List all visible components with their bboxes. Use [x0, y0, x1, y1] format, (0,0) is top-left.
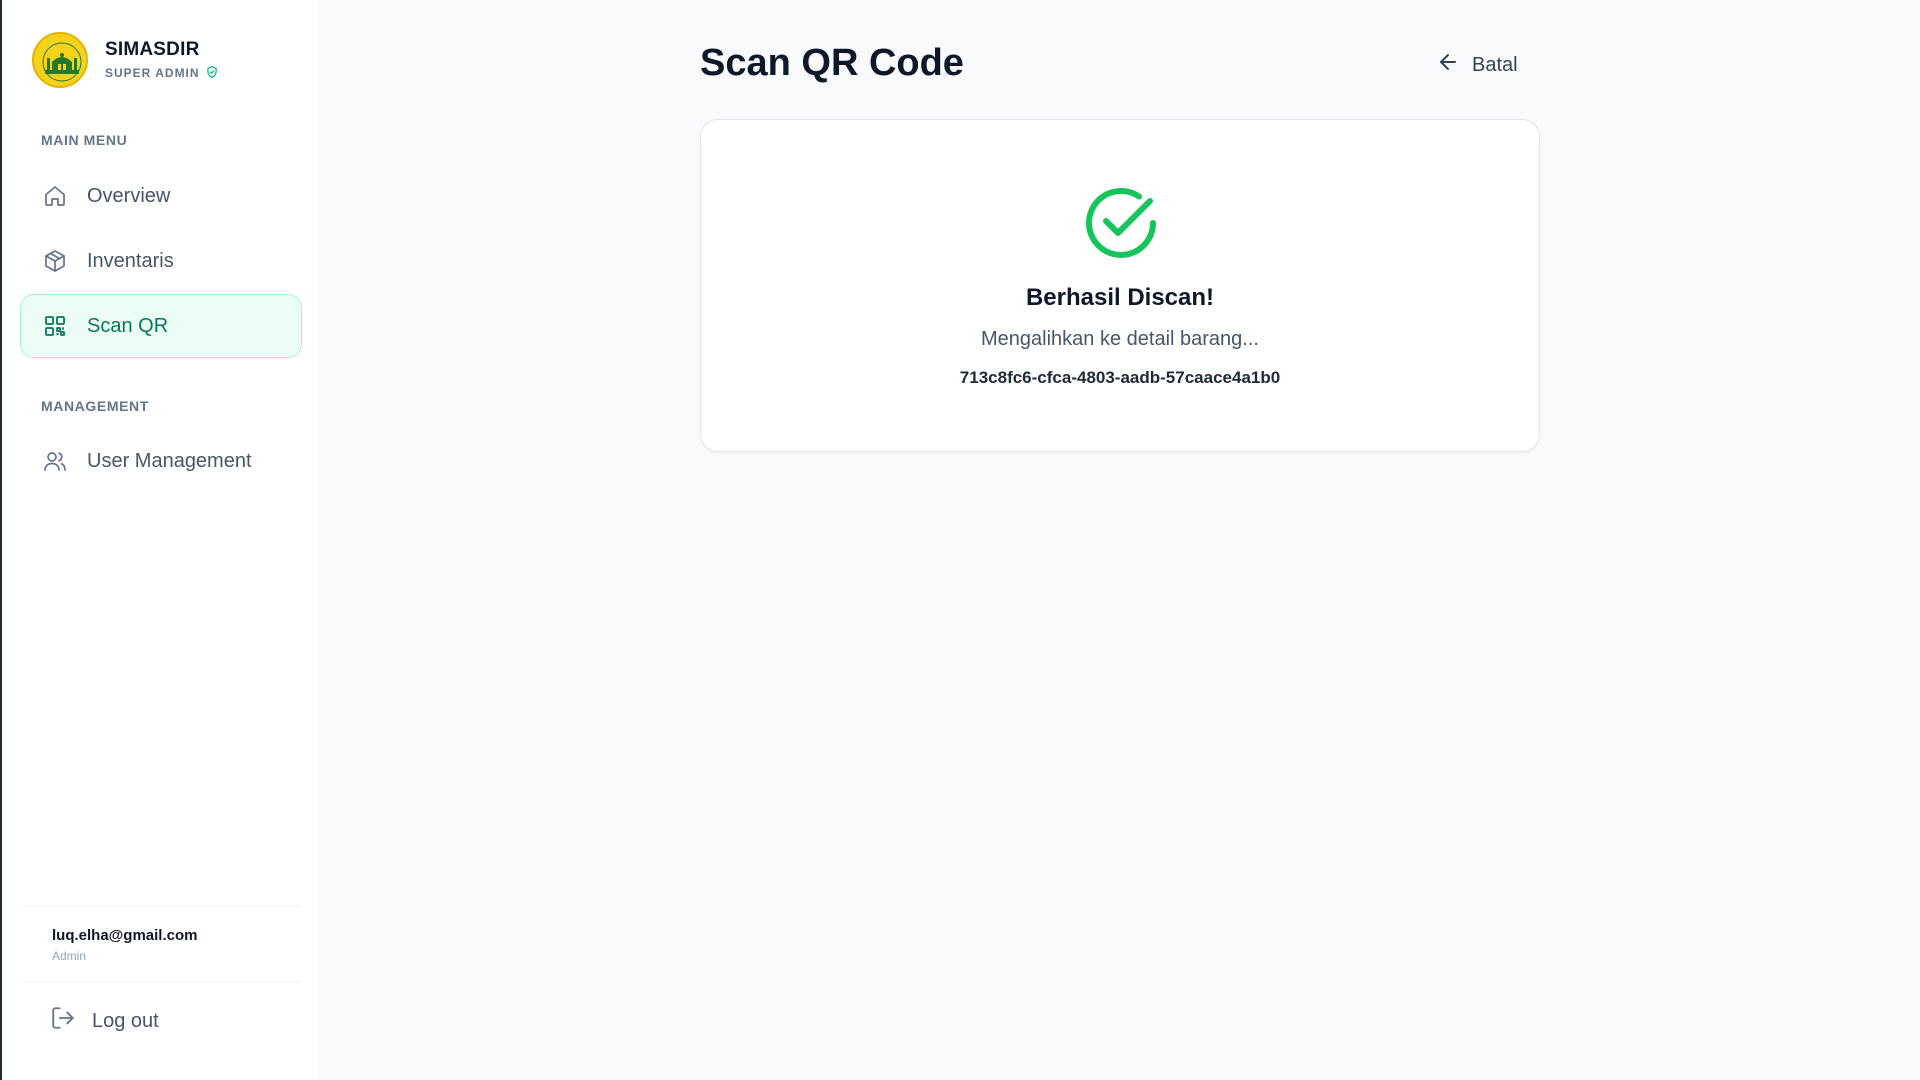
logout-button[interactable]: Log out [50, 1004, 159, 1038]
sidebar-item-scan-qr[interactable]: Scan QR [20, 294, 302, 358]
app: SIMASDIR SUPER ADMIN MAIN MENU Overview … [0, 0, 1920, 1080]
user-role: Admin [52, 949, 87, 963]
current-user: luq.elha@gmail.com Admin [20, 906, 302, 982]
qr-code-icon [42, 313, 68, 339]
check-circle-icon [1081, 183, 1161, 263]
box-icon [42, 248, 68, 274]
result-title: Berhasil Discan! [1025, 284, 1215, 311]
sidebar-item-label: User Management [87, 449, 252, 472]
page-title: Scan QR Code [700, 42, 964, 84]
logout-label: Log out [92, 1009, 159, 1032]
brand[interactable]: SIMASDIR SUPER ADMIN [32, 32, 219, 88]
result-code: 713c8fc6-cfca-4803-aadb-57caace4a1b0 [959, 368, 1281, 387]
main-menu-label: MAIN MENU [41, 132, 128, 148]
sidebar-item-overview[interactable]: Overview [20, 164, 302, 228]
sidebar-item-label: Scan QR [87, 314, 169, 337]
scan-result-card: Berhasil Discan! Mengalihkan ke detail b… [700, 119, 1540, 452]
sidebar-item-label: Overview [87, 184, 171, 207]
sidebar-item-label: Inventaris [87, 249, 174, 272]
sidebar-item-user-management[interactable]: User Management [20, 429, 302, 493]
management-label: MANAGEMENT [41, 398, 149, 414]
home-icon [42, 183, 68, 209]
cancel-button[interactable]: Batal [1436, 50, 1518, 80]
brand-role: SUPER ADMIN [105, 65, 219, 82]
user-email: luq.elha@gmail.com [52, 927, 198, 944]
sidebar: SIMASDIR SUPER ADMIN MAIN MENU Overview … [0, 0, 318, 1080]
logout-icon [50, 1005, 92, 1037]
sidebar-item-inventaris[interactable]: Inventaris [20, 229, 302, 293]
users-icon [42, 448, 68, 474]
arrow-left-icon [1436, 50, 1472, 80]
shield-check-icon [200, 65, 219, 82]
cancel-label: Batal [1472, 53, 1518, 76]
brand-role-label: SUPER ADMIN [105, 66, 200, 80]
brand-name: SIMASDIR [105, 38, 200, 60]
mosque-logo-icon [32, 32, 88, 88]
result-message: Mengalihkan ke detail barang... [981, 328, 1259, 350]
